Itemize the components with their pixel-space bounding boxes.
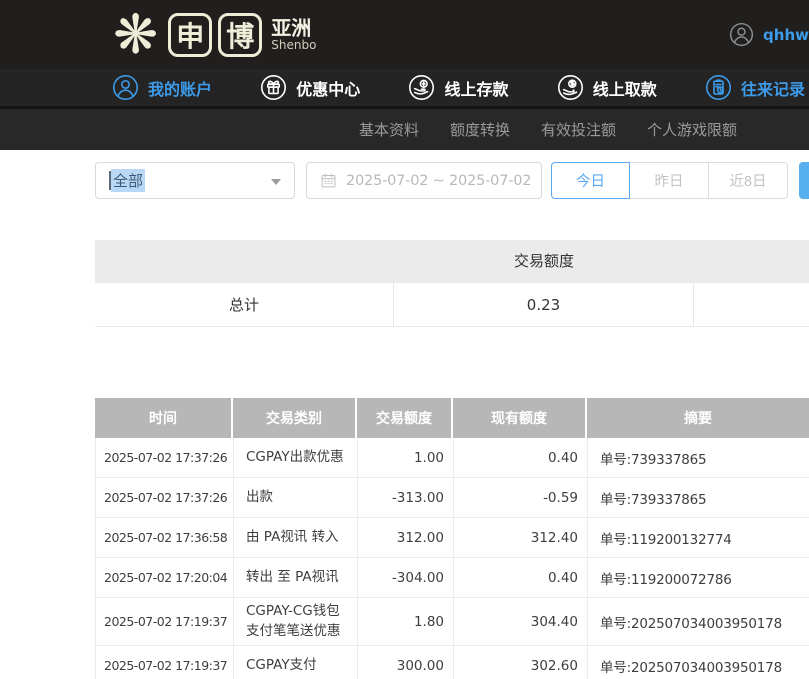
- cell-balance: 302.60: [454, 646, 588, 679]
- cell-balance: -0.59: [454, 478, 588, 517]
- deposit-icon: [408, 74, 435, 101]
- user-icon: [112, 74, 139, 101]
- cell-category: CGPAY-CG钱包支付笔笔送优惠: [234, 598, 358, 645]
- main-nav: 我的账户 优惠中心 线上存款 线上取款 往来记录: [0, 69, 809, 106]
- cell-balance: 304.40: [454, 598, 588, 645]
- summary-row-label: 总计: [95, 283, 394, 326]
- cell-category: CGPAY出款优惠: [234, 438, 358, 477]
- cell-note: 单号:202507034003950178: [588, 646, 809, 679]
- summary-empty-cell: [694, 283, 809, 326]
- column-header-4: 现有额度: [453, 398, 587, 438]
- logo-subtitle: Shenbo: [271, 39, 316, 52]
- summary-header-label: 交易额度: [394, 240, 694, 283]
- cell-note: 单号:119200072786: [588, 558, 809, 597]
- account-records-page: ❋ 申 博 亚洲 Shenbo qhhw 我的账户 优惠中心 线上存款 线上取款 往来记…: [0, 0, 809, 679]
- cell-amount: 1.00: [358, 438, 454, 477]
- transaction-row: 2025-07-02 17:19:37CGPAY-CG钱包支付笔笔送优惠1.80…: [95, 598, 809, 646]
- subnav-item-2[interactable]: 额度转换: [450, 119, 510, 140]
- logo-wordmark: 亚洲 Shenbo: [271, 17, 316, 52]
- transaction-row: 2025-07-02 17:20:04转出 至 PA视讯-304.000.40单…: [95, 558, 809, 598]
- cell-amount: 300.00: [358, 646, 454, 679]
- cell-balance: 312.40: [454, 518, 588, 557]
- sub-nav: 基本资料 额度转换 有效投注额 个人游戏限额: [0, 109, 809, 150]
- nav-item-label: 线上存款: [444, 76, 508, 100]
- nav-item-label: 优惠中心: [296, 76, 360, 100]
- logo-region-label: 亚洲: [271, 17, 316, 39]
- cell-amount: 312.00: [358, 518, 454, 557]
- subnav-item-1[interactable]: 基本资料: [359, 119, 419, 140]
- nav-item-deposit[interactable]: 线上存款: [408, 74, 508, 101]
- transactions-table: 时间交易类别交易额度现有额度摘要 2025-07-02 17:37:26CGPA…: [95, 398, 809, 679]
- cell-time: 2025-07-02 17:19:37: [96, 646, 234, 679]
- cell-amount: 1.80: [358, 598, 454, 645]
- column-header-2: 交易类别: [233, 398, 357, 438]
- summary-header-row: 交易额度: [95, 240, 809, 283]
- transaction-row: 2025-07-02 17:36:58由 PA视讯 转入312.00312.40…: [95, 518, 809, 558]
- transactions-body: 2025-07-02 17:37:26CGPAY出款优惠1.000.40单号:7…: [95, 438, 809, 679]
- cell-amount: -304.00: [358, 558, 454, 597]
- nav-item-withdraw[interactable]: 线上取款: [557, 74, 657, 101]
- summary-table: 交易额度 总计 0.23: [95, 240, 809, 327]
- cell-note: 单号:739337865: [588, 438, 809, 477]
- quick-date-buttons: 今日昨日近8日: [551, 162, 788, 199]
- column-header-3: 交易额度: [357, 398, 453, 438]
- subnav-item-3[interactable]: 有效投注额: [541, 119, 616, 140]
- nav-item-label: 往来记录: [741, 76, 805, 100]
- date-range-value: 2025-07-02 ~ 2025-07-02: [346, 173, 531, 189]
- category-select[interactable]: 全部: [95, 162, 295, 199]
- cell-time: 2025-07-02 17:20:04: [96, 558, 234, 597]
- records-icon: [705, 74, 732, 101]
- transaction-row: 2025-07-02 17:19:37CGPAY支付300.00302.60单号…: [95, 646, 809, 679]
- gift-icon: [260, 74, 287, 101]
- transaction-row: 2025-07-02 17:37:26出款-313.00-0.59单号:7393…: [95, 478, 809, 518]
- withdraw-icon: [557, 74, 584, 101]
- calendar-icon: [320, 172, 337, 189]
- nav-item-user[interactable]: 我的账户: [112, 74, 212, 101]
- chevron-down-icon: [271, 179, 281, 185]
- date-range-input[interactable]: 2025-07-02 ~ 2025-07-02: [306, 162, 542, 199]
- cell-category: 由 PA视讯 转入: [234, 518, 358, 557]
- transactions-header-row: 时间交易类别交易额度现有额度摘要: [95, 398, 809, 438]
- cell-category: 转出 至 PA视讯: [234, 558, 358, 597]
- summary-total-value: 0.23: [394, 283, 694, 326]
- transaction-row: 2025-07-02 17:37:26CGPAY出款优惠1.000.40单号:7…: [95, 438, 809, 478]
- quick-button-3[interactable]: 近8日: [709, 162, 788, 199]
- top-header: ❋ 申 博 亚洲 Shenbo qhhw: [0, 0, 809, 69]
- cell-time: 2025-07-02 17:19:37: [96, 598, 234, 645]
- column-header-1: 时间: [95, 398, 233, 438]
- cell-note: 单号:202507034003950178: [588, 598, 809, 645]
- flower-logo-icon: ❋: [113, 8, 158, 62]
- nav-item-gift[interactable]: 优惠中心: [260, 74, 360, 101]
- cell-note: 单号:119200132774: [588, 518, 809, 557]
- cell-time: 2025-07-02 17:37:26: [96, 478, 234, 517]
- quick-button-1[interactable]: 今日: [551, 162, 630, 199]
- column-header-5: 摘要: [587, 398, 809, 438]
- cell-category: 出款: [234, 478, 358, 517]
- site-logo[interactable]: ❋ 申 博 亚洲 Shenbo: [0, 8, 316, 62]
- cell-amount: -313.00: [358, 478, 454, 517]
- subnav-item-4[interactable]: 个人游戏限额: [647, 119, 737, 140]
- nav-item-label: 我的账户: [148, 76, 212, 100]
- cell-note: 单号:739337865: [588, 478, 809, 517]
- avatar-icon: [729, 22, 754, 47]
- username-label: qhhw: [763, 26, 809, 44]
- cell-balance: 0.40: [454, 558, 588, 597]
- category-select-value: 全部: [111, 169, 145, 192]
- cell-time: 2025-07-02 17:37:26: [96, 438, 234, 477]
- cell-time: 2025-07-02 17:36:58: [96, 518, 234, 557]
- nav-item-label: 线上取款: [593, 76, 657, 100]
- logo-char-shen: 申: [168, 13, 212, 57]
- summary-total-row: 总计 0.23: [95, 283, 809, 327]
- cell-balance: 0.40: [454, 438, 588, 477]
- logo-char-bo: 博: [218, 13, 262, 57]
- user-account[interactable]: qhhw: [729, 0, 809, 69]
- nav-item-records[interactable]: 往来记录: [705, 74, 805, 101]
- quick-button-2[interactable]: 昨日: [630, 162, 709, 199]
- cell-category: CGPAY支付: [234, 646, 358, 679]
- search-button[interactable]: [799, 162, 809, 199]
